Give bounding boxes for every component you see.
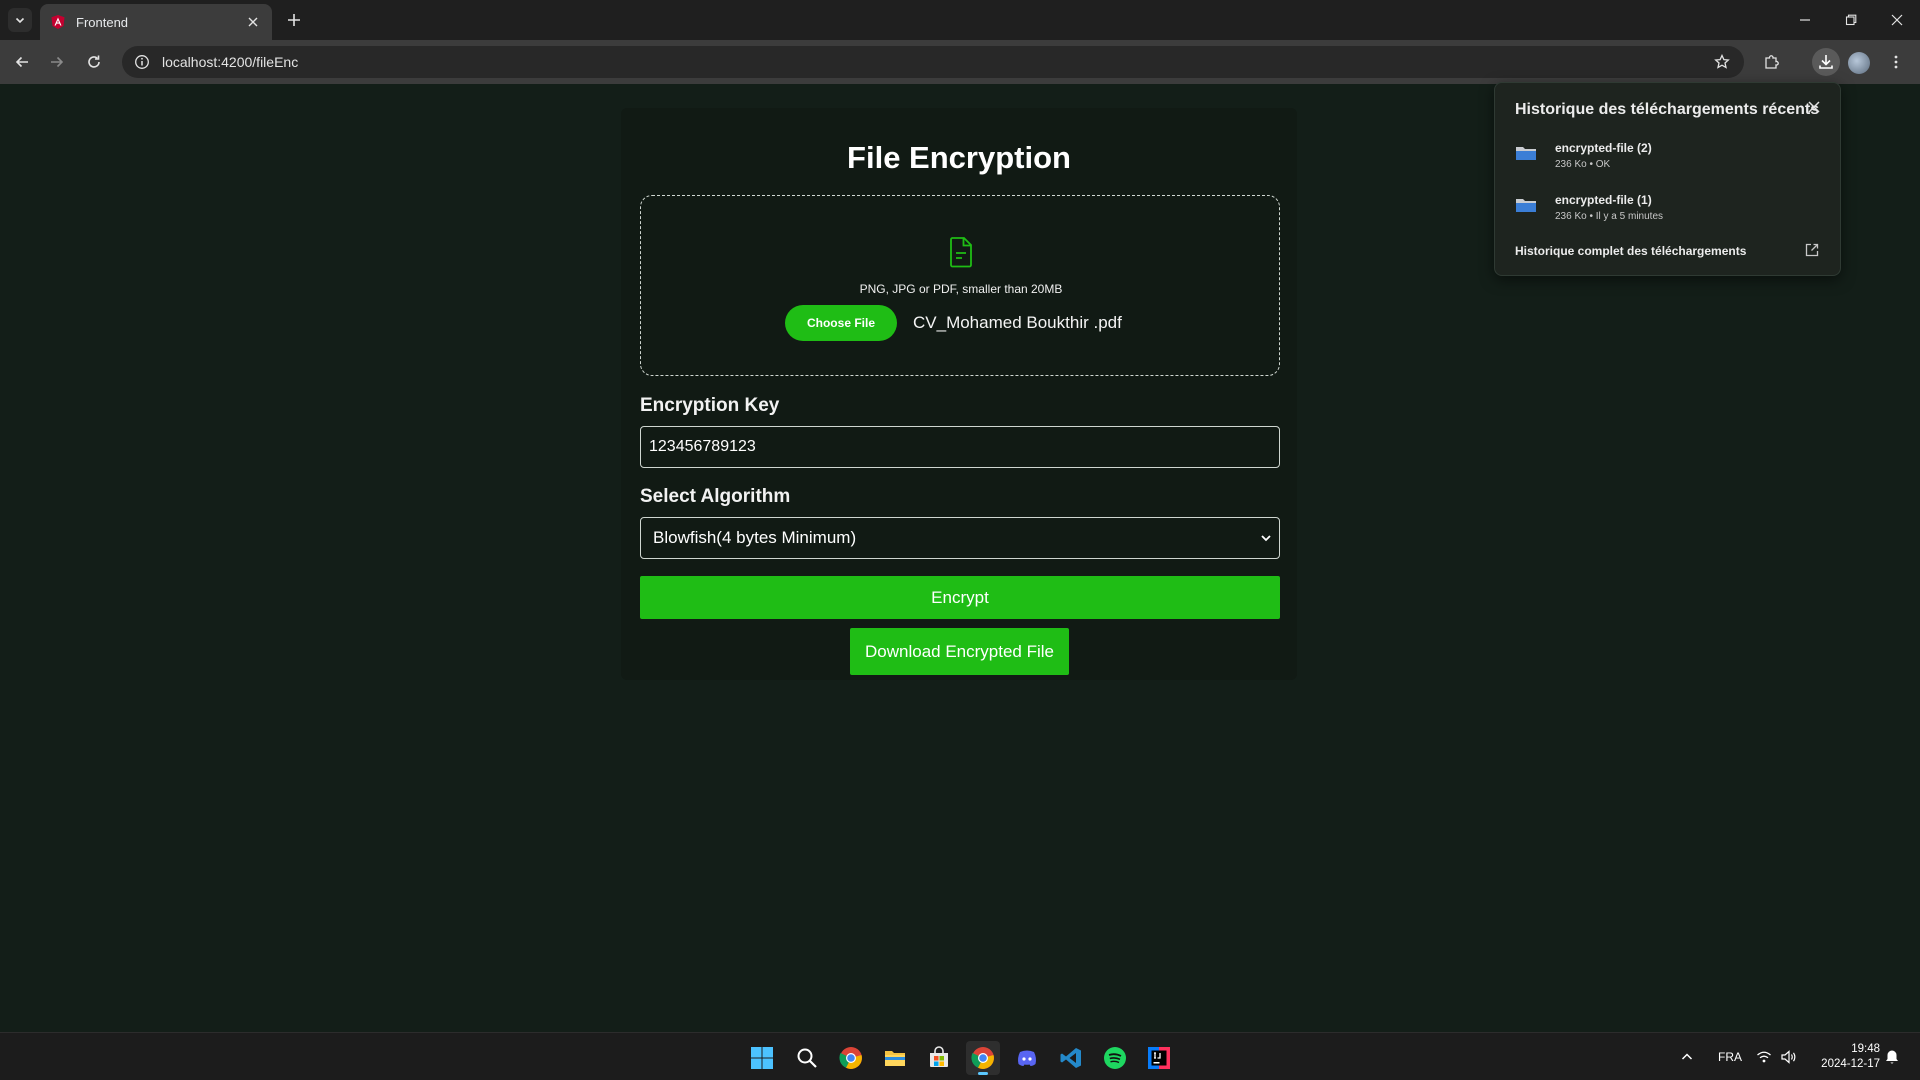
taskbar-store[interactable] <box>922 1041 956 1075</box>
choose-file-button[interactable]: Choose File <box>785 305 897 341</box>
encryption-key-label: Encryption Key <box>640 395 780 416</box>
taskbar-spotify[interactable] <box>1098 1041 1132 1075</box>
full-download-history-link[interactable]: Historique complet des téléchargements <box>1515 244 1746 258</box>
chevron-up-icon <box>1681 1053 1693 1060</box>
site-info-icon[interactable] <box>132 52 152 72</box>
chevron-down-icon <box>1261 535 1271 542</box>
close-icon[interactable] <box>1806 99 1822 115</box>
tab-search-button[interactable] <box>8 8 32 32</box>
wifi-icon <box>1757 1051 1771 1063</box>
taskbar-file-explorer[interactable] <box>878 1041 912 1075</box>
restore-icon <box>1845 14 1857 26</box>
download-item-meta: 236 Ko • Il y a 5 minutes <box>1555 211 1664 222</box>
start-button[interactable] <box>745 1041 779 1075</box>
file-icon <box>950 237 972 268</box>
clock[interactable]: 19:48 2024-12-17 <box>1806 1042 1880 1072</box>
address-bar[interactable]: localhost:4200/fileEnc <box>122 46 1744 78</box>
open-external-icon[interactable] <box>1804 242 1820 258</box>
tab-title: Frontend <box>76 14 129 30</box>
store-icon <box>930 1046 948 1067</box>
selected-file-name: CV_Mohamed Boukthir .pdf <box>913 313 1122 332</box>
download-encrypted-button[interactable]: Download Encrypted File <box>850 628 1069 675</box>
new-tab-button[interactable] <box>282 8 306 32</box>
download-item-name: encrypted-file (1) <box>1555 193 1652 207</box>
minimize-icon <box>1800 19 1810 21</box>
browser-menu-button[interactable] <box>1882 48 1910 76</box>
bookmark-star-icon[interactable] <box>1712 52 1732 72</box>
reload-button[interactable] <box>80 48 108 76</box>
browser-toolbar: localhost:4200/fileEnc <box>0 40 1920 84</box>
notifications-button[interactable] <box>1884 1033 1900 1080</box>
browser-tab[interactable]: Frontend <box>40 4 272 40</box>
search-button[interactable] <box>790 1041 824 1075</box>
taskbar-vscode[interactable] <box>1054 1041 1088 1075</box>
file-dropzone[interactable]: PNG, JPG or PDF, smaller than 20MB Choos… <box>640 195 1280 376</box>
clock-time: 19:48 <box>1851 1043 1880 1055</box>
arrow-left-icon <box>15 56 28 68</box>
taskbar: FRA 19:48 2024-12-17 <box>0 1032 1920 1080</box>
search-icon <box>797 1048 817 1068</box>
url-text: localhost:4200/fileEnc <box>162 54 299 70</box>
algorithm-selected-value: Blowfish(4 bytes Minimum) <box>653 528 857 547</box>
volume-icon <box>1781 1050 1796 1064</box>
page-title: File Encryption <box>847 140 1071 175</box>
taskbar-discord[interactable] <box>1010 1041 1044 1075</box>
windows-icon <box>751 1047 773 1069</box>
bell-icon <box>1886 1050 1898 1064</box>
encrypt-button[interactable]: Encrypt <box>640 576 1280 619</box>
quick-settings-button[interactable] <box>1756 1033 1798 1080</box>
download-icon <box>1819 55 1833 69</box>
download-item-name: encrypted-file (2) <box>1555 141 1652 155</box>
downloads-bubble: Historique des téléchargements récents e… <box>1494 82 1841 276</box>
puzzle-icon <box>1765 55 1779 69</box>
algorithm-label: Select Algorithm <box>640 486 791 507</box>
downloads-title: Historique des téléchargements récents <box>1515 101 1820 118</box>
tab-close-icon[interactable] <box>244 13 262 31</box>
language-text: FRA <box>1718 1050 1742 1064</box>
vscode-icon <box>1060 1048 1081 1068</box>
taskbar-chrome[interactable] <box>834 1041 868 1075</box>
more-vertical-icon <box>1894 55 1898 69</box>
spotify-icon <box>1104 1047 1126 1069</box>
plus-icon <box>288 14 300 26</box>
intellij-icon <box>1148 1047 1170 1069</box>
active-indicator <box>978 1072 988 1075</box>
file-icon <box>1516 147 1536 160</box>
encryption-key-input[interactable]: 123456789123 <box>640 426 1280 468</box>
close-icon <box>1891 14 1903 26</box>
reload-icon <box>88 55 100 68</box>
download-item[interactable]: encrypted-file (1) 236 Ko • Il y a 5 min… <box>1515 193 1815 229</box>
chevron-down-icon <box>15 17 25 24</box>
download-item[interactable]: encrypted-file (2) 236 Ko • OK <box>1515 141 1815 177</box>
file-icon <box>1516 199 1536 212</box>
taskbar-chrome-active[interactable] <box>966 1041 1000 1075</box>
downloads-button[interactable] <box>1812 48 1840 76</box>
profile-avatar[interactable] <box>1848 52 1870 74</box>
back-button[interactable] <box>8 48 36 76</box>
chrome-icon <box>839 1047 862 1069</box>
tray-overflow-button[interactable] <box>1680 1033 1694 1080</box>
algorithm-select[interactable]: Blowfish(4 bytes Minimum) <box>640 517 1280 559</box>
dropzone-hint: PNG, JPG or PDF, smaller than 20MB <box>859 282 1063 296</box>
extensions-button[interactable] <box>1758 48 1786 76</box>
restore-button[interactable] <box>1828 0 1874 40</box>
discord-icon <box>1018 1050 1036 1066</box>
encryption-key-value: 123456789123 <box>649 438 756 455</box>
minimize-button[interactable] <box>1782 0 1828 40</box>
encryption-card: File Encryption PNG, JPG or PDF, smaller… <box>621 108 1297 680</box>
forward-button[interactable] <box>43 48 71 76</box>
close-window-button[interactable] <box>1874 0 1920 40</box>
chrome-icon <box>971 1047 994 1069</box>
folder-icon <box>885 1051 905 1066</box>
download-item-meta: 236 Ko • OK <box>1555 159 1611 170</box>
taskbar-intellij[interactable] <box>1142 1041 1176 1075</box>
angular-icon <box>50 14 66 30</box>
arrow-right-icon <box>51 56 64 68</box>
language-indicator[interactable]: FRA <box>1718 1033 1742 1080</box>
tab-strip: Frontend <box>0 0 1920 40</box>
clock-date: 2024-12-17 <box>1821 1058 1880 1070</box>
